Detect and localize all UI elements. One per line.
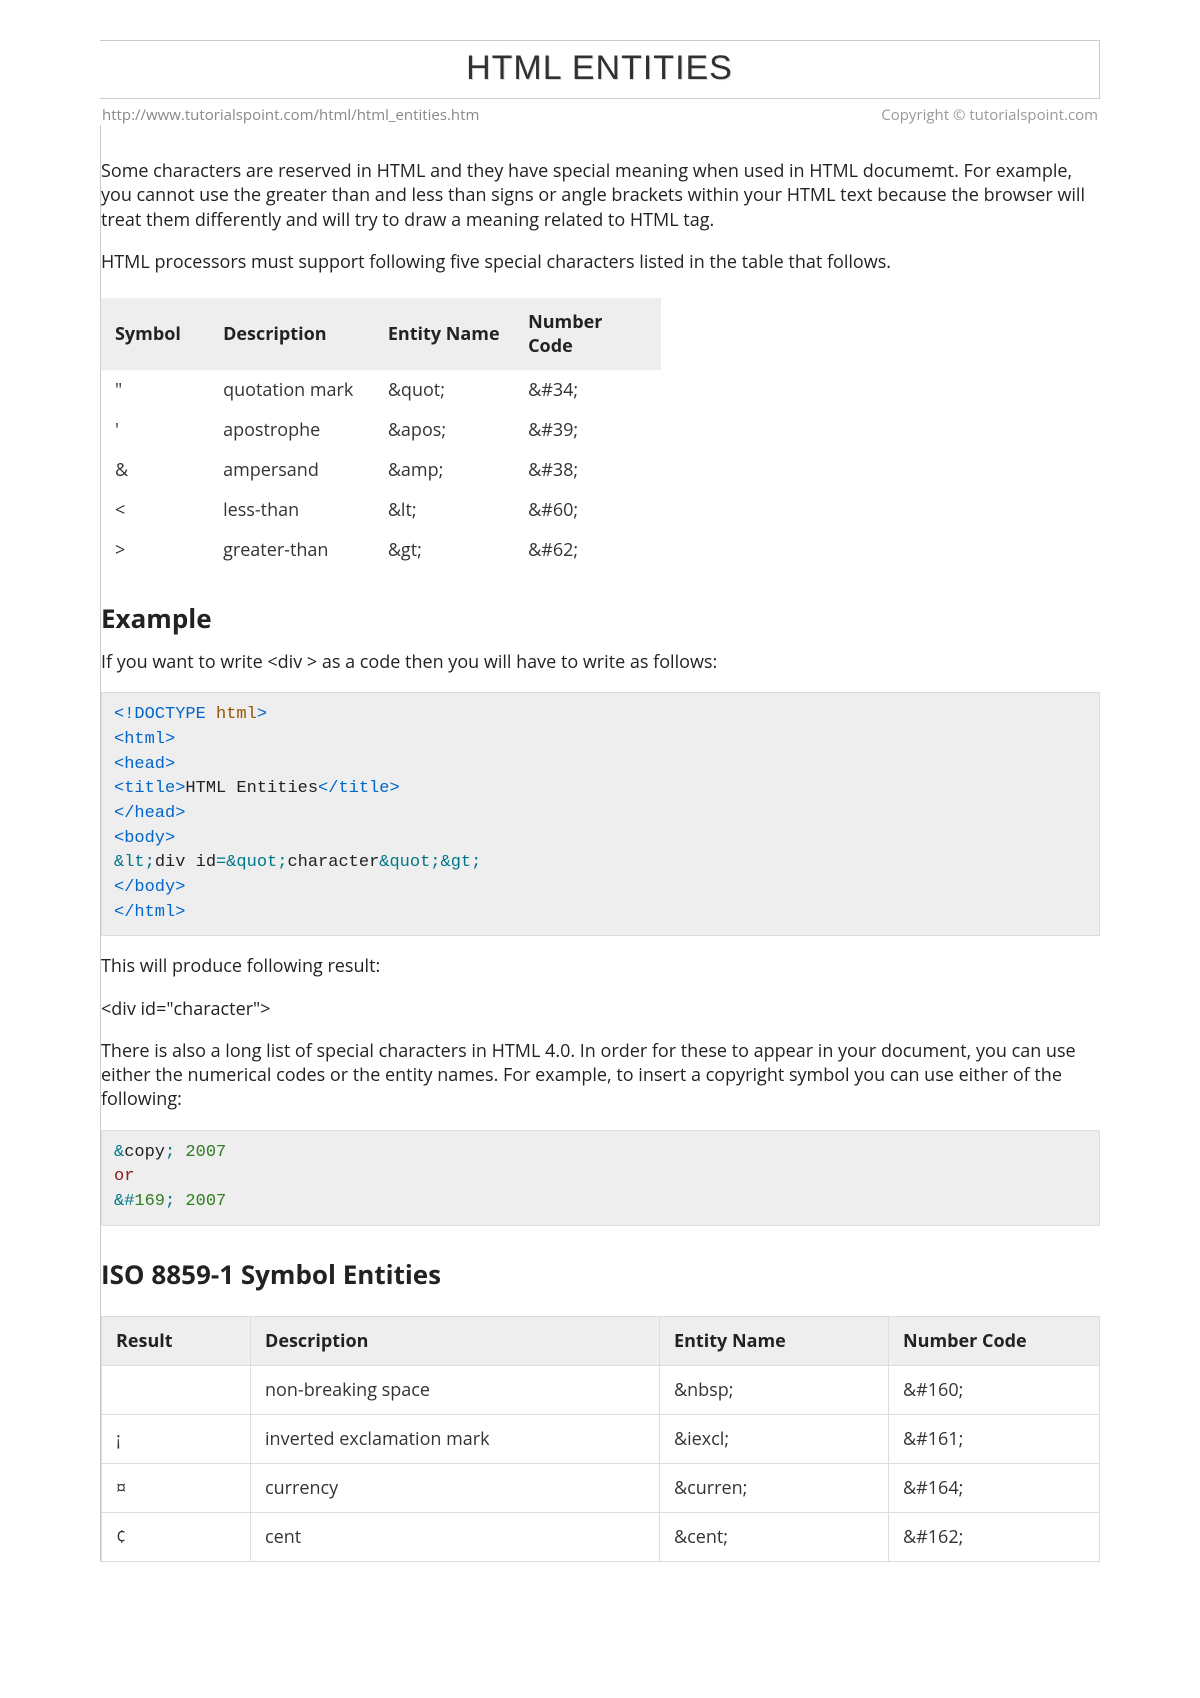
page-copyright: Copyright © tutorialspoint.com [881, 105, 1098, 125]
cell-desc: apostrophe [209, 410, 374, 450]
iso-symbol-table: Result Description Entity Name Number Co… [101, 1316, 1100, 1562]
code-token: div id [155, 853, 216, 872]
cell-name: &quot; [374, 370, 514, 410]
code-token: </head> [114, 804, 185, 823]
table-row: < less-than &lt; &#60; [101, 490, 661, 530]
cell-sym: ¢ [102, 1512, 251, 1561]
iso-heading: ISO 8859-1 Symbol Entities [101, 1256, 1100, 1292]
table-row: ¢ cent &cent; &#162; [102, 1512, 1100, 1561]
code-token: HTML Entities [185, 779, 318, 798]
col-result: Result [102, 1316, 251, 1365]
cell-name: &gt; [374, 530, 514, 570]
cell-desc: greater-than [209, 530, 374, 570]
col-symbol: Symbol [101, 298, 209, 370]
cell-num: &#162; [889, 1512, 1100, 1561]
example-heading: Example [101, 600, 1100, 636]
table-row: ¡ inverted exclamation mark &iexcl; &#16… [102, 1414, 1100, 1463]
cell-desc: cent [251, 1512, 660, 1561]
code-token: <body> [114, 829, 175, 848]
code-token: </html> [114, 903, 185, 922]
col-description: Description [251, 1316, 660, 1365]
cell-num: &#164; [889, 1463, 1100, 1512]
table-row: ' apostrophe &apos; &#39; [101, 410, 661, 450]
code-token: 2007 [175, 1192, 226, 1211]
cell-sym: ¡ [102, 1414, 251, 1463]
code-block-copy: &copy; 2007 or &#169; 2007 [101, 1130, 1100, 1226]
cell-name: &lt; [374, 490, 514, 530]
table-row: non-breaking space &nbsp; &#160; [102, 1365, 1100, 1414]
cell-desc: inverted exclamation mark [251, 1414, 660, 1463]
special-chars-table: Symbol Description Entity Name Number Co… [101, 298, 661, 570]
code-token: &# [114, 1192, 134, 1211]
code-token: copy [124, 1143, 165, 1162]
cell-desc: less-than [209, 490, 374, 530]
code-token: &lt; [114, 853, 155, 872]
intro-paragraph-2: HTML processors must support following f… [101, 250, 1100, 274]
code-token: & [114, 1143, 124, 1162]
code-token: =&quot; [216, 853, 287, 872]
cell-num: &#160; [889, 1365, 1100, 1414]
page-url: http://www.tutorialspoint.com/html/html_… [102, 105, 479, 125]
cell-name: &iexcl; [660, 1414, 889, 1463]
col-entity-name: Entity Name [374, 298, 514, 370]
code-token: &quot;&gt; [379, 853, 481, 872]
code-token: character [287, 853, 379, 872]
table-row: > greater-than &gt; &#62; [101, 530, 661, 570]
code-token: <html> [114, 730, 175, 749]
cell-sym: ¤ [102, 1463, 251, 1512]
code-token: </title> [318, 779, 400, 798]
cell-name: &curren; [660, 1463, 889, 1512]
result-output: <div id="character"> [101, 997, 1100, 1021]
cell-name: &amp; [374, 450, 514, 490]
cell-num: &#39; [514, 410, 661, 450]
code-token: 2007 [175, 1143, 226, 1162]
long-list-note: There is also a long list of special cha… [101, 1039, 1100, 1112]
col-number-code: Number Code [514, 298, 661, 370]
page-subline: http://www.tutorialspoint.com/html/html_… [100, 98, 1100, 125]
col-entity-name: Entity Name [660, 1316, 889, 1365]
cell-sym: & [101, 450, 209, 490]
document-body: Some characters are reserved in HTML and… [100, 125, 1100, 1562]
cell-sym: ' [101, 410, 209, 450]
cell-sym [102, 1365, 251, 1414]
cell-sym: > [101, 530, 209, 570]
cell-num: &#38; [514, 450, 661, 490]
cell-name: &nbsp; [660, 1365, 889, 1414]
page-title: HTML ENTITIES [100, 49, 1099, 88]
cell-num: &#60; [514, 490, 661, 530]
table-row: ¤ currency &curren; &#164; [102, 1463, 1100, 1512]
cell-desc: quotation mark [209, 370, 374, 410]
cell-num: &#62; [514, 530, 661, 570]
code-block-html: <!DOCTYPE html> <html> <head> <title>HTM… [101, 692, 1100, 936]
cell-num: &#161; [889, 1414, 1100, 1463]
table-row: & ampersand &amp; &#38; [101, 450, 661, 490]
code-token: <title> [114, 779, 185, 798]
code-token: ; [165, 1143, 175, 1162]
table-row: " quotation mark &quot; &#34; [101, 370, 661, 410]
col-description: Description [209, 298, 374, 370]
code-token: </body> [114, 878, 185, 897]
cell-name: &cent; [660, 1512, 889, 1561]
code-token: html [206, 705, 257, 724]
code-token: ; [165, 1192, 175, 1211]
code-token: > [257, 705, 267, 724]
intro-paragraph-1: Some characters are reserved in HTML and… [101, 159, 1100, 232]
cell-desc: ampersand [209, 450, 374, 490]
cell-num: &#34; [514, 370, 661, 410]
code-token: <head> [114, 755, 175, 774]
code-token: <!DOCTYPE [114, 705, 206, 724]
example-lead: If you want to write <div > as a code th… [101, 650, 1100, 674]
cell-name: &apos; [374, 410, 514, 450]
page-title-box: HTML ENTITIES [100, 40, 1100, 98]
cell-desc: non-breaking space [251, 1365, 660, 1414]
code-token: 169 [134, 1192, 165, 1211]
col-number-code: Number Code [889, 1316, 1100, 1365]
cell-sym: " [101, 370, 209, 410]
cell-desc: currency [251, 1463, 660, 1512]
cell-sym: < [101, 490, 209, 530]
result-lead: This will produce following result: [101, 954, 1100, 978]
code-token: or [114, 1167, 134, 1186]
